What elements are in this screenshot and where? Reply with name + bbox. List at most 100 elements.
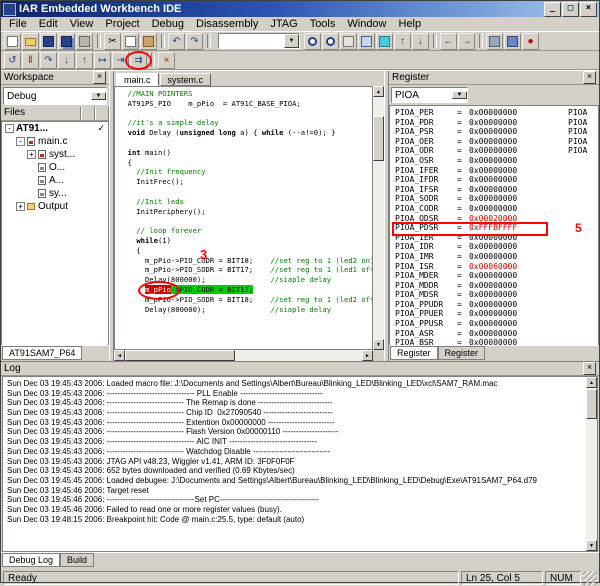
replace-icon: [343, 36, 354, 47]
find-next-button[interactable]: [322, 33, 339, 50]
build-config-combo[interactable]: Debug ▼: [3, 87, 107, 105]
tab-register[interactable]: Register: [390, 346, 438, 360]
workspace-close-button[interactable]: ×: [93, 71, 106, 84]
toolbar-separator: [479, 34, 483, 48]
menu-file[interactable]: File: [3, 18, 33, 30]
copy-button[interactable]: [122, 33, 139, 50]
tree-item-a[interactable]: A...: [2, 174, 108, 187]
go-button[interactable]: ⇉: [130, 52, 147, 69]
scroll-up-icon[interactable]: ▲: [586, 377, 597, 388]
find-button[interactable]: [304, 33, 321, 50]
tree-item-sy[interactable]: sy...: [2, 187, 108, 200]
replace-button[interactable]: [340, 33, 357, 50]
reset-button[interactable]: ↺: [4, 52, 21, 69]
tree-item-o[interactable]: O...: [2, 161, 108, 174]
tree-item-at91[interactable]: -AT91...✓: [2, 122, 108, 135]
break-button[interactable]: ‖: [22, 52, 39, 69]
scroll-down-icon[interactable]: ▼: [373, 339, 384, 350]
menu-debug[interactable]: Debug: [146, 18, 190, 30]
navigate-backward-button[interactable]: ←: [440, 33, 457, 50]
toolbar-separator: [97, 34, 101, 48]
step-out-button[interactable]: ↑: [76, 52, 93, 69]
tab-main-c[interactable]: main.c: [116, 73, 159, 86]
scrollbar-thumb[interactable]: [586, 389, 597, 419]
tree-item-syst[interactable]: +syst...: [2, 148, 108, 161]
close-button[interactable]: ×: [580, 2, 597, 17]
open-file-button[interactable]: [22, 33, 39, 50]
tab-debug-log[interactable]: Debug Log: [2, 553, 60, 567]
menu-view[interactable]: View: [64, 18, 100, 30]
menu-window[interactable]: Window: [341, 18, 392, 30]
paste-button[interactable]: [140, 33, 157, 50]
navigate-forward-button[interactable]: →: [458, 33, 475, 50]
toggle-bookmark-button[interactable]: [376, 33, 393, 50]
register-group-combo[interactable]: PIOA ▼: [391, 87, 468, 103]
scroll-up-icon[interactable]: ▲: [373, 86, 384, 97]
expander-minus-icon[interactable]: -: [16, 137, 25, 146]
combo-dropdown-icon[interactable]: ▼: [284, 34, 299, 48]
next-bookmark-button[interactable]: ↓: [412, 33, 429, 50]
compile-button[interactable]: [486, 33, 503, 50]
scroll-left-icon[interactable]: ◄: [114, 350, 125, 361]
editor-hscrollbar[interactable]: ◄ ►: [114, 350, 373, 361]
status-bar: Ready Ln 25, Col 5 NUM: [1, 568, 599, 586]
redo-button[interactable]: ↷: [186, 33, 203, 50]
tab-at91sam7-p64[interactable]: AT91SAM7_P64: [2, 346, 82, 360]
maximize-button[interactable]: □: [562, 2, 579, 17]
resize-grip[interactable]: [583, 571, 597, 585]
toggle-breakpoint-icon: ●: [525, 36, 536, 47]
menu-tools[interactable]: Tools: [304, 18, 342, 30]
tab-register[interactable]: Register: [438, 346, 486, 360]
save-all-button[interactable]: [58, 33, 75, 50]
editor-vscrollbar[interactable]: ▲ ▼: [373, 86, 384, 350]
minimize-button[interactable]: _: [544, 2, 561, 17]
menu-project[interactable]: Project: [99, 18, 145, 30]
menu-edit[interactable]: Edit: [33, 18, 64, 30]
quick-search-combo[interactable]: ▼: [218, 33, 300, 49]
code-text: AT91PS_PIO m_pPio = AT91C_BASE_PIOA;: [119, 99, 301, 108]
scrollbar-thumb[interactable]: [125, 350, 235, 361]
step-over-button[interactable]: ↷: [40, 52, 57, 69]
register-text: PIOA_PPUSR=0x00000000: [395, 319, 517, 328]
next-statement-button[interactable]: ↦: [94, 52, 111, 69]
register-value: 0x00000000: [469, 290, 517, 299]
combo-dropdown-icon[interactable]: ▼: [91, 92, 106, 100]
expander-plus-icon[interactable]: +: [16, 202, 25, 211]
expander-minus-icon[interactable]: -: [5, 124, 14, 133]
toggle-breakpoint-button[interactable]: ●: [522, 33, 539, 50]
register-value: 0x00000000: [469, 204, 517, 213]
cut-button[interactable]: ✂: [104, 33, 121, 50]
tab-system-c[interactable]: system.c: [160, 73, 212, 86]
menu-disassembly[interactable]: Disassembly: [190, 18, 264, 30]
log-vscrollbar[interactable]: ▲ ▼: [586, 377, 597, 551]
scrollbar-thumb[interactable]: [373, 116, 384, 161]
go-to-button[interactable]: [358, 33, 375, 50]
code-area[interactable]: //MAIN POINTERS AT91PS_PIO m_pPio = AT91…: [114, 86, 373, 350]
stop-debugging-button[interactable]: ×: [158, 52, 175, 69]
tab-build[interactable]: Build: [60, 553, 94, 567]
run-to-cursor-button[interactable]: ⇥: [112, 52, 129, 69]
expander-plus-icon[interactable]: +: [27, 150, 36, 159]
log-close-button[interactable]: ×: [583, 362, 596, 375]
menu-jtag[interactable]: JTAG: [264, 18, 303, 30]
register-row-pioa-mder: PIOA_MDER=0x00000000: [395, 271, 598, 281]
tree-item-output[interactable]: +Output: [2, 200, 108, 213]
undo-button[interactable]: ↶: [168, 33, 185, 50]
print-button[interactable]: [76, 33, 93, 50]
tree-item-main-c[interactable]: -main.c: [2, 135, 108, 148]
previous-bookmark-button[interactable]: ↑: [394, 33, 411, 50]
register-close-button[interactable]: ×: [583, 71, 596, 84]
editor-tabs: main.csystem.c: [114, 71, 384, 86]
editor-panel: main.csystem.c //MAIN POINTERS AT91PS_PI…: [114, 71, 384, 361]
register-row-pioa-ifer: PIOA_IFER=0x00000000: [395, 166, 598, 176]
combo-dropdown-icon[interactable]: ▼: [452, 91, 467, 99]
step-into-button[interactable]: ↓: [58, 52, 75, 69]
code-line: [119, 109, 372, 119]
scroll-right-icon[interactable]: ►: [362, 350, 373, 361]
scroll-down-icon[interactable]: ▼: [586, 540, 597, 551]
make-button[interactable]: [504, 33, 521, 50]
register-value: 0x00000000: [469, 127, 517, 136]
save-button[interactable]: [40, 33, 57, 50]
menu-help[interactable]: Help: [393, 18, 428, 30]
new-document-button[interactable]: [4, 33, 21, 50]
